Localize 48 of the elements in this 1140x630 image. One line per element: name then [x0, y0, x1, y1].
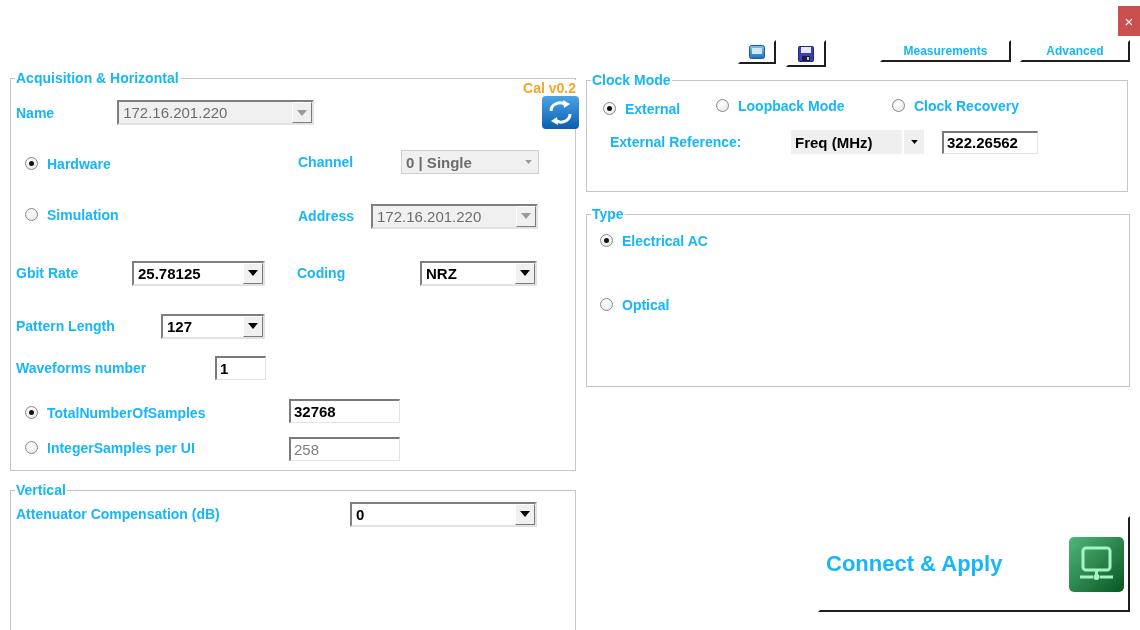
radio-option[interactable]: IntegerSamples per UI: [25, 439, 195, 456]
group-title: Type: [591, 206, 625, 222]
dropdown[interactable]: 127: [161, 313, 265, 339]
toolbar-button[interactable]: Advanced: [1020, 40, 1130, 62]
dropdown[interactable]: 0: [350, 501, 537, 527]
group-title: Clock Mode: [591, 72, 672, 88]
caret-icon: [520, 270, 530, 276]
radio-option[interactable]: Clock Recovery: [892, 97, 1020, 114]
text-field[interactable]: 322.26562: [942, 130, 1038, 154]
field-label: Pattern Length: [16, 318, 116, 334]
screen-icon: [749, 45, 765, 59]
caret-icon: [524, 160, 532, 164]
caret-icon: [521, 213, 531, 219]
radio-option[interactable]: Simulation: [25, 206, 119, 223]
text-field[interactable]: 258: [289, 437, 400, 461]
field-label: Gbit Rate: [16, 265, 80, 281]
radio-option[interactable]: Optical: [600, 296, 670, 313]
field-label: Name: [16, 104, 55, 121]
radio-option[interactable]: Loopback Mode: [716, 97, 845, 114]
caret-icon: [297, 109, 308, 116]
field-label: Attenuator Compensation (dB): [16, 506, 221, 522]
radio-option[interactable]: Electrical AC: [600, 232, 708, 249]
radio-option[interactable]: TotalNumberOfSamples: [25, 404, 206, 421]
group-title: Acquisition & Horizontal: [15, 70, 180, 86]
caret-icon: [910, 140, 918, 144]
radio-option[interactable]: External: [603, 100, 681, 117]
close-button[interactable]: ×: [1118, 6, 1140, 36]
version-label: Cal v0.2: [523, 80, 576, 96]
caret-icon: [520, 511, 530, 517]
dropdown[interactable]: Freq (MHz): [791, 130, 924, 154]
field-label: External Reference:: [610, 134, 743, 150]
connect-button[interactable]: Connect & Apply: [818, 516, 1130, 612]
radio-option[interactable]: Hardware: [25, 155, 111, 172]
field-label: Waveforms number: [16, 360, 148, 376]
dropdown[interactable]: NRZ: [420, 260, 537, 286]
field-label: Channel: [298, 154, 354, 170]
text-field[interactable]: 32768: [289, 399, 400, 423]
caret-icon: [248, 270, 258, 276]
refresh-icon[interactable]: [542, 96, 580, 129]
dropdown[interactable]: 25.78125: [132, 260, 265, 286]
toolbar-button[interactable]: Measurements: [880, 40, 1011, 62]
group-title: Vertical: [15, 482, 67, 498]
field-label: Coding: [297, 265, 347, 281]
caret-icon: [248, 323, 258, 329]
text-field[interactable]: 1: [215, 356, 266, 380]
field-label: Address: [298, 208, 355, 224]
monitor-icon: [1069, 536, 1124, 592]
save-icon: [798, 45, 814, 62]
